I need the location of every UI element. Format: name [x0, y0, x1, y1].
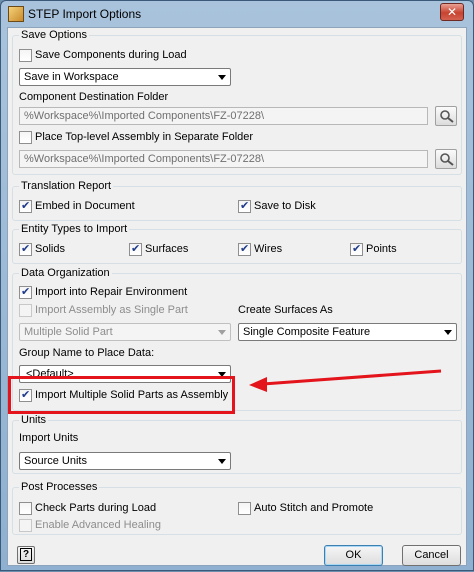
step-import-dialog: STEP Import Options ✕ Save Options Save …	[0, 0, 474, 571]
annotation-arrow-icon	[249, 369, 442, 392]
